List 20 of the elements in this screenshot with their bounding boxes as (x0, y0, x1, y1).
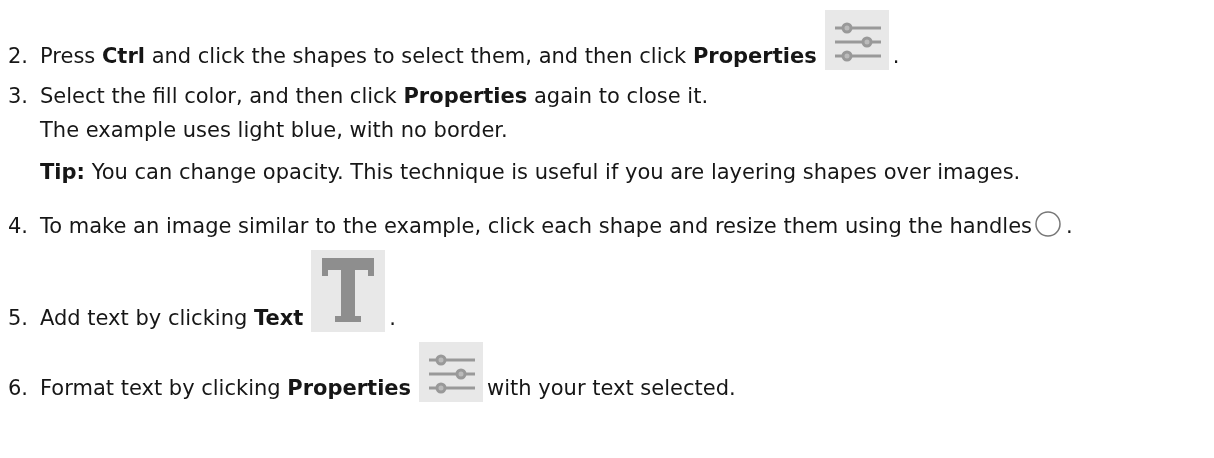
step-text: . (892, 43, 900, 70)
text-tool-icon (311, 250, 386, 332)
step-text: Add text by clicking Text (40, 305, 304, 332)
note-text: The example uses light blue, with no border. (40, 117, 509, 144)
step-text: with your text selected. (487, 375, 736, 402)
step-text: . (1066, 213, 1073, 240)
step-text: Format text by clicking Properties (40, 375, 412, 402)
step-text: To make an image similar to the example, click each shape and resize them using the handles (40, 213, 1033, 240)
step-number: 5. (8, 305, 30, 332)
tip-text: Tip: You can change opacity. This technique is useful if you are layering shapes over images. (40, 159, 1022, 186)
step-number: 3. (8, 83, 30, 110)
circle-icon (1034, 210, 1063, 238)
step-text: Press Ctrl and click the shapes to select them, and then click Properties (40, 43, 817, 70)
step-number: 6. (8, 375, 30, 402)
step-text: Select the fill color, and then click Properties again to close it. (40, 83, 709, 110)
sliders-icon (824, 10, 889, 70)
step-number: 2. (8, 43, 30, 70)
sliders-icon (419, 342, 484, 402)
step-number: 4. (8, 213, 30, 240)
step-text: . (389, 305, 397, 332)
